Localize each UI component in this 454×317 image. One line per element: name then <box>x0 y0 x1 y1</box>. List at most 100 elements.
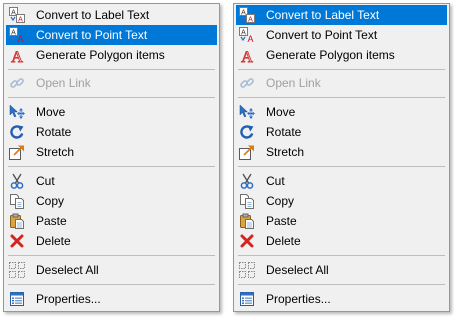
menu-item-label: Convert to Point Text <box>36 28 148 42</box>
menu-item-label: Rotate <box>266 125 302 139</box>
copy-icon <box>239 193 255 209</box>
menu-item-rotate[interactable]: Rotate <box>236 122 447 142</box>
context-menu-left: A A Convert to Label Text A A Convert to Poin… <box>3 3 220 312</box>
menu-separator <box>236 93 447 102</box>
cut-icon <box>239 173 255 189</box>
menu-item-properties[interactable]: Properties... <box>6 289 217 309</box>
svg-text:A: A <box>248 16 253 23</box>
menu-item-label: Paste <box>266 214 297 228</box>
svg-text:A: A <box>241 9 246 16</box>
stretch-icon <box>9 144 25 160</box>
menu-item-convert-to-label-text[interactable]: A A Convert to Label Text <box>236 5 447 25</box>
menu-item-label: Properties... <box>36 292 101 306</box>
menu-item-label: Deselect All <box>266 263 329 277</box>
menu-item-cut[interactable]: Cut <box>6 171 217 191</box>
paste-icon <box>9 213 25 229</box>
menu-item-label: Copy <box>266 194 295 208</box>
menu-separator <box>236 251 447 260</box>
context-menu-body: A A Convert to Label Text A A Convert to Poin… <box>234 4 449 309</box>
context-menu-right: A A Convert to Label Text A A Convert to Poin… <box>233 3 450 312</box>
generate-polygon-icon: A <box>239 47 255 64</box>
menu-item-copy[interactable]: Copy <box>236 191 447 211</box>
menu-separator <box>6 162 217 171</box>
svg-text:A: A <box>247 34 253 43</box>
open-link-icon <box>9 75 25 91</box>
svg-text:A: A <box>11 49 23 63</box>
menu-item-label: Convert to Point Text <box>266 28 378 42</box>
screenshot-stage: A A Convert to Label Text A A Convert to Poin… <box>0 0 454 317</box>
convert-point-text-icon: AA <box>9 27 25 43</box>
menu-item-label: Convert to Label Text <box>36 8 150 22</box>
menu-item-label: Deselect All <box>36 263 99 277</box>
menu-item-stretch[interactable]: Stretch <box>6 142 217 162</box>
menu-item-label: Cut <box>36 174 55 188</box>
menu-item-rotate[interactable]: Rotate <box>6 122 217 142</box>
deselect-all-icon <box>9 262 25 278</box>
svg-text:A: A <box>241 49 253 63</box>
menu-item-label: Rotate <box>36 125 72 139</box>
delete-icon <box>9 233 25 249</box>
stretch-icon <box>239 144 255 160</box>
svg-text:A: A <box>11 29 16 36</box>
menu-item-label: Move <box>36 105 66 119</box>
menu-item-delete[interactable]: Delete <box>6 231 217 251</box>
menu-item-label: Open Link <box>266 76 321 90</box>
svg-text:A: A <box>18 16 23 23</box>
svg-text:A: A <box>11 9 16 16</box>
convert-label-text-icon: AA <box>9 7 25 23</box>
menu-item-label: Stretch <box>36 145 75 159</box>
menu-separator <box>6 251 217 260</box>
menu-item-convert-to-point-text[interactable]: A A Convert to Point Text <box>6 25 217 45</box>
menu-item-label: Generate Polygon items <box>36 48 165 62</box>
menu-item-label: Properties... <box>266 292 331 306</box>
menu-item-label: Open Link <box>36 76 91 90</box>
menu-item-move[interactable]: Move <box>236 102 447 122</box>
menu-item-copy[interactable]: Copy <box>6 191 217 211</box>
menu-item-label: Stretch <box>266 145 305 159</box>
context-menu-body: A A Convert to Label Text A A Convert to Poin… <box>4 4 219 309</box>
menu-item-label: Paste <box>36 214 67 228</box>
menu-item-properties[interactable]: Properties... <box>236 289 447 309</box>
menu-item-cut[interactable]: Cut <box>236 171 447 191</box>
menu-item-deselect-all[interactable]: Deselect All <box>236 260 447 280</box>
menu-separator <box>6 280 217 289</box>
menu-item-paste[interactable]: Paste <box>6 211 217 231</box>
menu-item-label: Convert to Label Text <box>266 8 380 22</box>
properties-icon <box>239 291 255 307</box>
menu-item-convert-to-label-text[interactable]: A A Convert to Label Text <box>6 5 217 25</box>
menu-separator <box>6 93 217 102</box>
move-icon <box>9 104 25 120</box>
menu-item-open-link: Open Link <box>236 73 447 93</box>
menu-separator <box>236 65 447 73</box>
delete-icon <box>239 233 255 249</box>
cut-icon <box>9 173 25 189</box>
generate-polygon-icon: A <box>9 47 25 64</box>
convert-label-text-icon: AA <box>239 7 255 23</box>
open-link-icon <box>239 75 255 91</box>
menu-item-generate-polygon-items[interactable]: A Generate Polygon items <box>236 45 447 65</box>
deselect-all-icon <box>239 262 255 278</box>
menu-separator <box>6 65 217 73</box>
move-icon <box>239 104 255 120</box>
convert-point-text-icon: AA <box>239 27 255 43</box>
menu-separator <box>236 162 447 171</box>
menu-item-paste[interactable]: Paste <box>236 211 447 231</box>
properties-icon <box>9 291 25 307</box>
rotate-icon <box>9 124 25 140</box>
menu-item-label: Cut <box>266 174 285 188</box>
menu-separator <box>236 280 447 289</box>
menu-item-label: Generate Polygon items <box>266 48 395 62</box>
menu-item-label: Delete <box>266 234 301 248</box>
menu-item-generate-polygon-items[interactable]: A Generate Polygon items <box>6 45 217 65</box>
menu-item-move[interactable]: Move <box>6 102 217 122</box>
menu-item-label: Copy <box>36 194 65 208</box>
rotate-icon <box>239 124 255 140</box>
menu-item-label: Delete <box>36 234 71 248</box>
menu-item-open-link: Open Link <box>6 73 217 93</box>
menu-item-convert-to-point-text[interactable]: A A Convert to Point Text <box>236 25 447 45</box>
menu-item-deselect-all[interactable]: Deselect All <box>6 260 217 280</box>
menu-item-stretch[interactable]: Stretch <box>236 142 447 162</box>
svg-text:A: A <box>17 34 23 43</box>
menu-item-delete[interactable]: Delete <box>236 231 447 251</box>
menu-item-label: Move <box>266 105 296 119</box>
